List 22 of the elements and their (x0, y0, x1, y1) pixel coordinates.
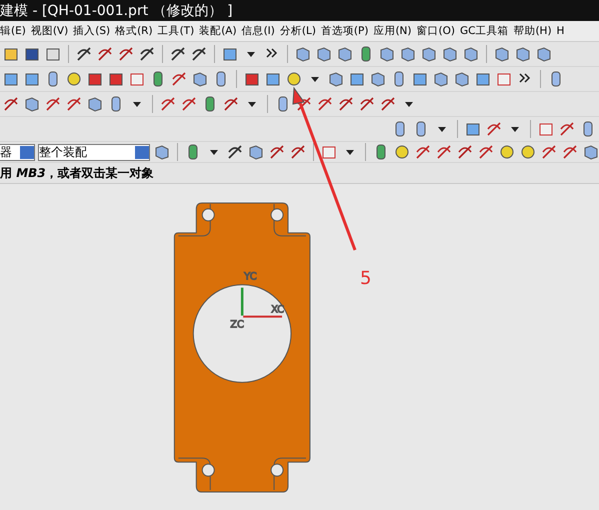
menu-item[interactable]: 工具(T) (158, 24, 194, 38)
menu-item[interactable]: 插入(S) (73, 24, 110, 38)
menu-item[interactable]: 帮助(H) (513, 24, 552, 38)
axis-label: XC (271, 304, 284, 316)
menu-item[interactable]: H (556, 25, 564, 37)
callout-number: 5 (360, 268, 372, 289)
menu-item[interactable]: 应用(N) (373, 24, 412, 38)
menu-item[interactable]: GC工具箱 (460, 24, 508, 38)
type-filter-dropdown[interactable]: 器 (0, 144, 35, 160)
menu-item[interactable]: 分析(L) (280, 24, 316, 38)
menu-item[interactable]: 信息(I) (242, 24, 275, 38)
status-text: 用 MB3，或者双击某一对象 (0, 164, 154, 182)
scope-dropdown[interactable]: 整个装配 (38, 144, 150, 160)
menu-item[interactable]: 装配(A) (199, 24, 237, 38)
axis-label: ZC (230, 320, 244, 331)
window-title: 建模 - [QH-01-001.prt （修改的） ] (0, 2, 233, 20)
menu-item[interactable]: 视图(V) (30, 24, 68, 38)
axis-label: YC (244, 272, 257, 283)
menu-item[interactable]: 首选项(P) (320, 24, 368, 38)
menu-item[interactable]: 窗口(O) (416, 24, 455, 38)
menu-item[interactable]: 格式(R) (115, 24, 153, 38)
menu-item[interactable]: 辑(E) (0, 24, 26, 38)
